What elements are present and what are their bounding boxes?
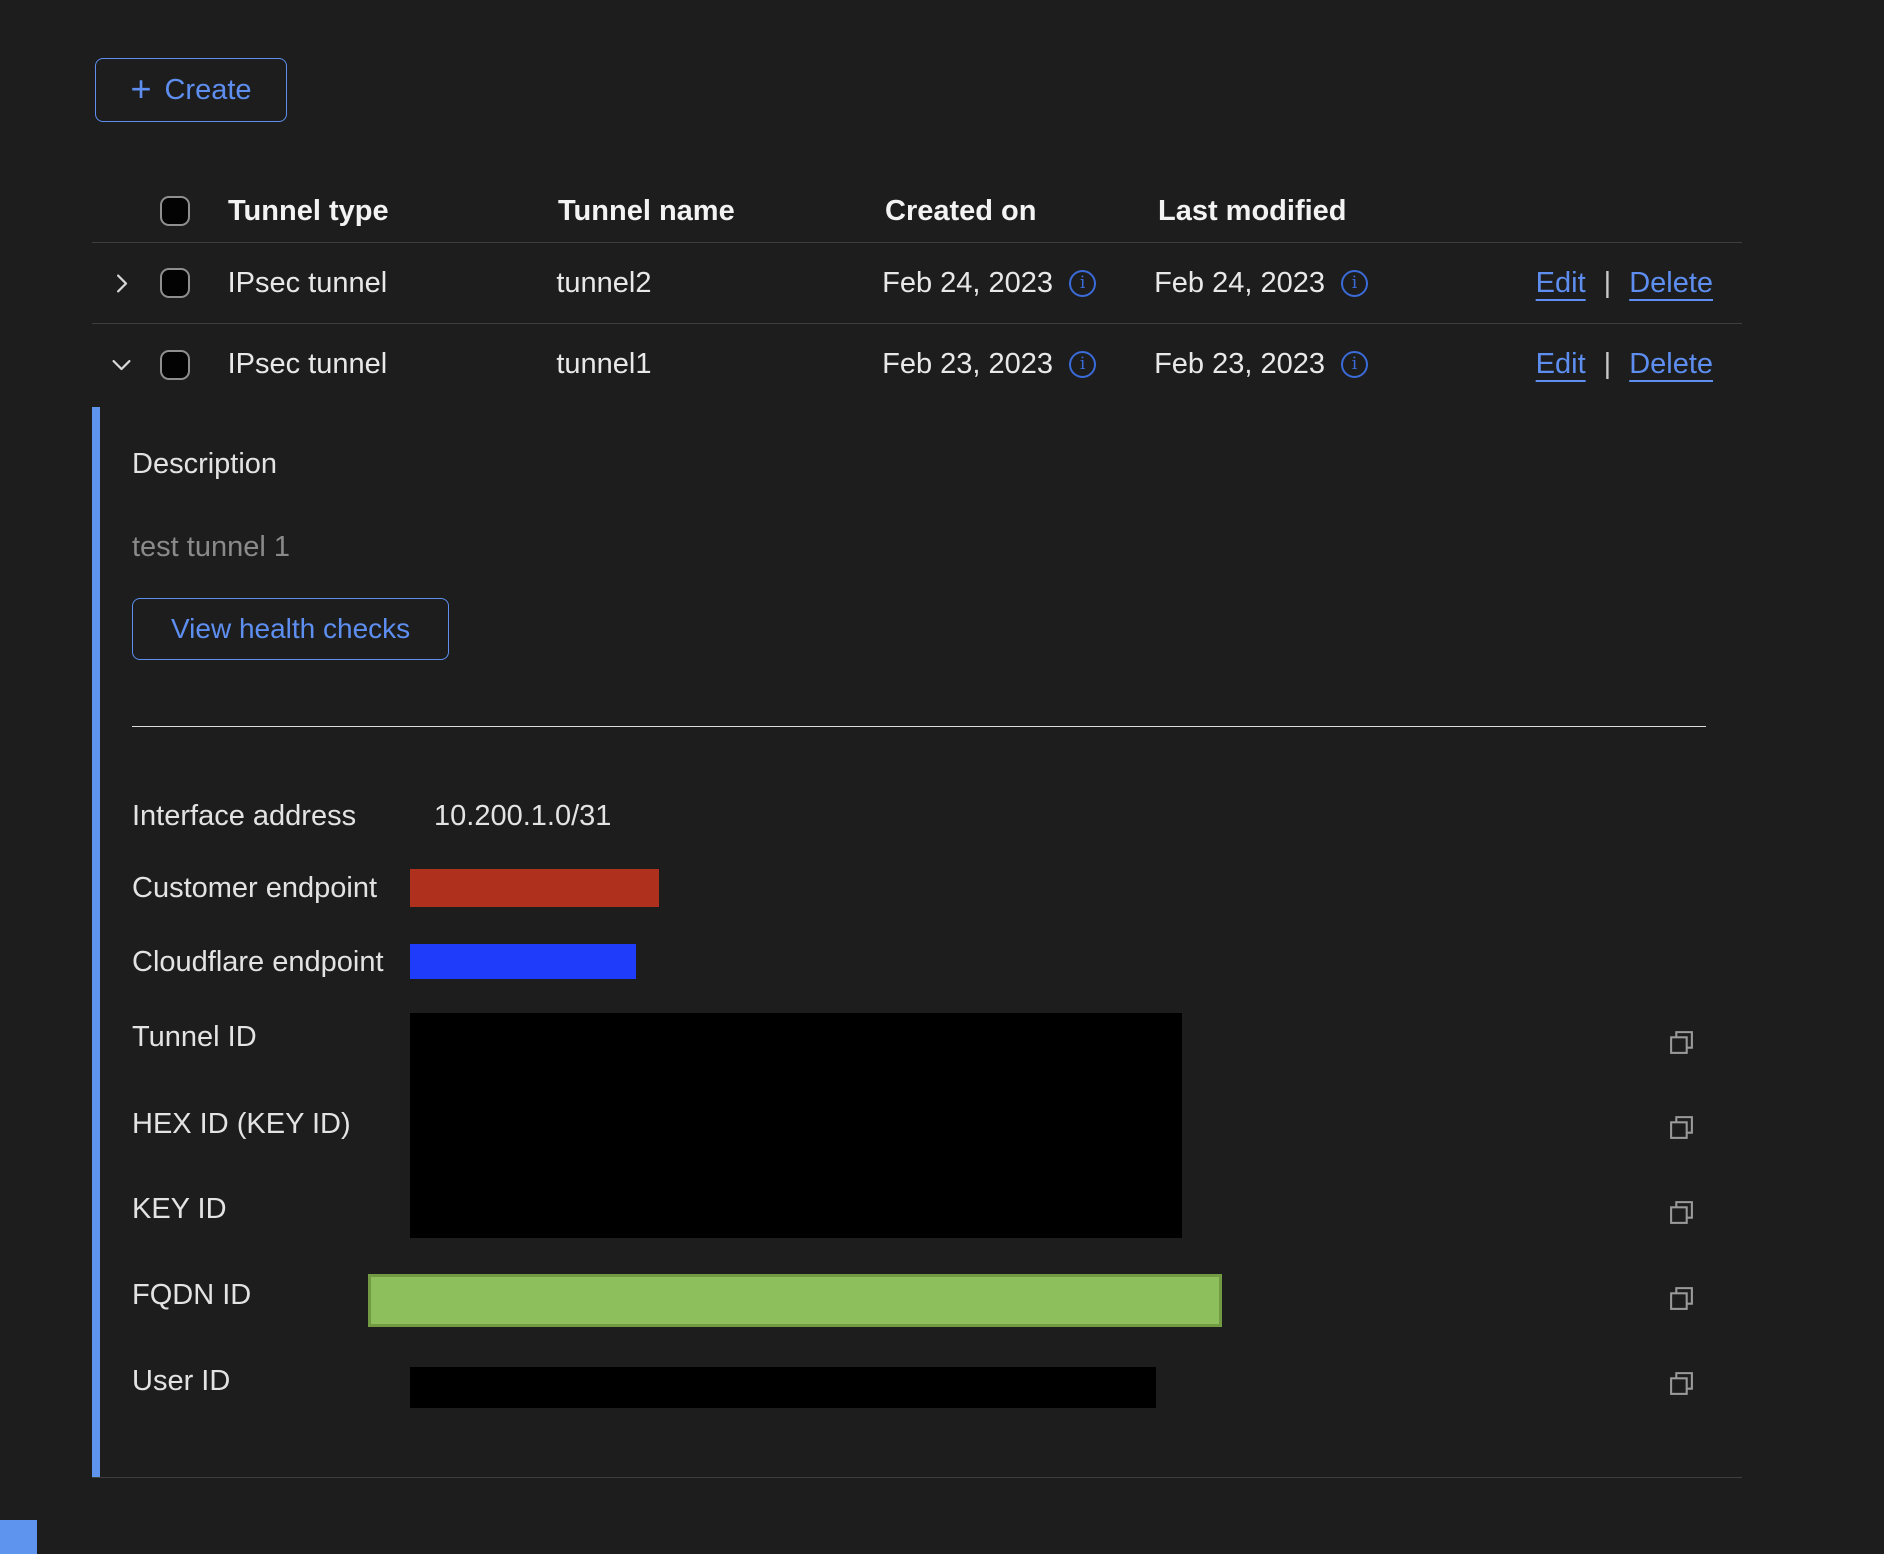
table-header-row: Tunnel type Tunnel name Created on Last … bbox=[92, 180, 1742, 243]
description-label: Description bbox=[132, 448, 277, 481]
create-button[interactable]: + Create bbox=[95, 58, 287, 122]
chevron-down-icon[interactable] bbox=[108, 351, 135, 378]
expanded-tunnel-panel: Description test tunnel 1 View health ch… bbox=[92, 407, 1742, 1478]
user-id-label: User ID bbox=[132, 1365, 230, 1398]
tunnel-id-label: Tunnel ID bbox=[132, 1021, 257, 1054]
tunnel-type-cell: IPsec tunnel bbox=[228, 348, 557, 381]
customer-endpoint-redacted-value bbox=[410, 869, 659, 907]
last-modified-cell: Feb 23, 2023 bbox=[1154, 348, 1325, 381]
header-created-on: Created on bbox=[885, 195, 1158, 228]
delete-link[interactable]: Delete bbox=[1629, 267, 1713, 300]
hex-id-label: HEX ID (KEY ID) bbox=[132, 1108, 351, 1141]
panel-divider bbox=[132, 726, 1706, 727]
tunnels-table: Tunnel type Tunnel name Created on Last … bbox=[92, 180, 1742, 405]
copy-icon[interactable] bbox=[1668, 1114, 1695, 1141]
customer-endpoint-label: Customer endpoint bbox=[132, 872, 377, 905]
tunnel-type-cell: IPsec tunnel bbox=[228, 267, 557, 300]
create-button-label: Create bbox=[164, 74, 251, 107]
created-on-cell: Feb 24, 2023 bbox=[882, 267, 1053, 300]
view-health-checks-button[interactable]: View health checks bbox=[132, 598, 449, 660]
select-all-checkbox[interactable] bbox=[160, 196, 190, 226]
info-icon[interactable]: i bbox=[1069, 270, 1096, 297]
actions-separator: | bbox=[1604, 348, 1612, 381]
last-modified-cell: Feb 24, 2023 bbox=[1154, 267, 1325, 300]
tunnel-ids-redacted-value bbox=[410, 1013, 1182, 1238]
header-tunnel-type: Tunnel type bbox=[228, 195, 558, 228]
table-row: IPsec tunnel tunnel2 Feb 24, 2023 i Feb … bbox=[92, 243, 1742, 324]
row-checkbox[interactable] bbox=[160, 268, 190, 298]
interface-address-label: Interface address bbox=[132, 800, 356, 833]
expanded-accent-bar bbox=[92, 407, 100, 1477]
header-tunnel-name: Tunnel name bbox=[558, 195, 885, 228]
info-icon[interactable]: i bbox=[1341, 351, 1368, 378]
chevron-right-icon[interactable] bbox=[108, 270, 135, 297]
row-checkbox[interactable] bbox=[160, 350, 190, 380]
interface-address-value: 10.200.1.0/31 bbox=[434, 800, 611, 833]
created-on-cell: Feb 23, 2023 bbox=[882, 348, 1053, 381]
cloudflare-endpoint-label: Cloudflare endpoint bbox=[132, 946, 384, 979]
actions-separator: | bbox=[1604, 267, 1612, 300]
tunnel-name-cell: tunnel1 bbox=[556, 348, 882, 381]
view-health-checks-label: View health checks bbox=[171, 613, 410, 645]
user-id-redacted-value bbox=[410, 1367, 1156, 1408]
table-row: IPsec tunnel tunnel1 Feb 23, 2023 i Feb … bbox=[92, 324, 1742, 405]
delete-link[interactable]: Delete bbox=[1629, 348, 1713, 381]
tunnel-name-cell: tunnel2 bbox=[556, 267, 882, 300]
key-id-label: KEY ID bbox=[132, 1193, 227, 1226]
description-value: test tunnel 1 bbox=[132, 531, 290, 564]
header-last-modified: Last modified bbox=[1158, 195, 1541, 228]
fqdn-id-redacted-value bbox=[368, 1274, 1222, 1327]
copy-icon[interactable] bbox=[1668, 1029, 1695, 1056]
plus-icon: + bbox=[130, 71, 151, 107]
copy-icon[interactable] bbox=[1668, 1199, 1695, 1226]
info-icon[interactable]: i bbox=[1069, 351, 1096, 378]
fqdn-id-label: FQDN ID bbox=[132, 1279, 251, 1312]
cloudflare-endpoint-redacted-value bbox=[410, 944, 636, 979]
bottom-left-accent bbox=[0, 1520, 37, 1554]
tunnels-page: + Create Tunnel type Tunnel name Created… bbox=[0, 0, 1884, 1554]
copy-icon[interactable] bbox=[1668, 1370, 1695, 1397]
copy-icon[interactable] bbox=[1668, 1285, 1695, 1312]
edit-link[interactable]: Edit bbox=[1536, 267, 1586, 300]
info-icon[interactable]: i bbox=[1341, 270, 1368, 297]
edit-link[interactable]: Edit bbox=[1536, 348, 1586, 381]
